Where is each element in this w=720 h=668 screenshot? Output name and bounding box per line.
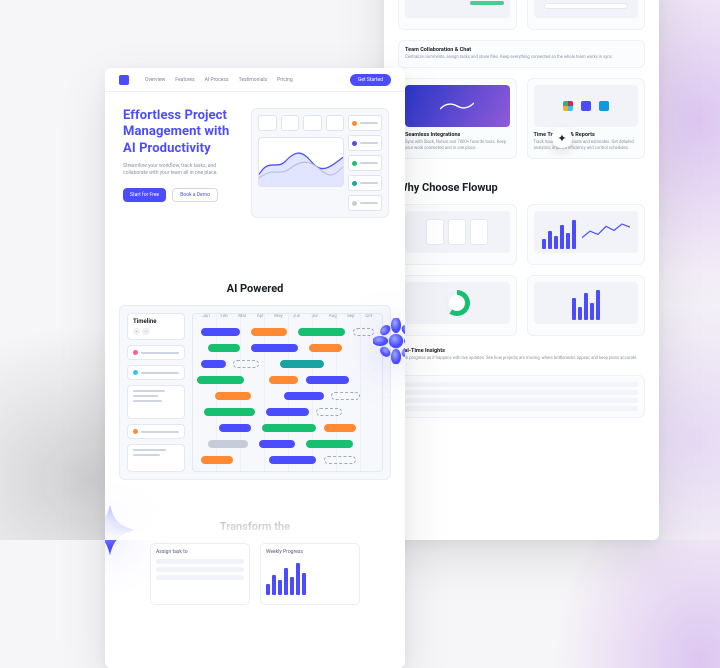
side-item [127,424,185,439]
feature-cards [527,0,646,30]
hero-title-2: Management with [123,124,241,140]
ai-section-heading: AI Powered [105,282,405,295]
burst-icon [373,318,405,364]
feature-integrations: Seamless Integrations Sync with Slack, N… [398,78,517,160]
mini-assign: Assign task to [150,543,250,605]
feature-project-file: Project File [398,0,517,30]
gantt-area: JanFebMarAprMayJunJulAugSepOct [192,313,383,472]
nav-pricing[interactable]: Pricing [277,77,292,83]
nav-ai-process[interactable]: AI Process [205,77,229,83]
nav-cta-button[interactable]: Get Started [350,74,391,86]
features-grid: Project File [398,0,645,159]
hero-sub: Streamline your workflow, track tasks, a… [123,163,233,178]
side-item [127,345,185,360]
hero-title-1: Effortless Project [123,108,241,124]
slack-icon [563,101,573,111]
side-card [127,385,185,419]
feature-collaboration-card: Team Collaboration & Chat Centralize com… [398,40,645,68]
landing-page-right: Smart Automation Remove repetitive steps… [384,0,659,540]
feature-time-tracking: Time Tracking & Reports Track hours, bil… [527,78,646,160]
kpi-card [281,115,300,131]
why-table [398,375,645,418]
start-free-button[interactable]: Start for Free [123,188,166,202]
donut-icon [444,290,470,316]
kpi-card [303,115,322,131]
side-card [127,444,185,472]
timeline-side-head: Timeline •• [127,313,185,340]
logo-icon [119,75,129,85]
transform-heading: Transform the [105,520,405,533]
why-analytics [527,204,646,265]
trello-icon [599,101,609,111]
kpi-card [326,115,345,131]
hero-area-chart [258,137,344,187]
why-donut [398,275,517,336]
landing-page-left: Overview Features AI Process Testimonial… [105,68,405,668]
why-kanban [398,204,517,265]
why-real-time-copy: Real-Time Insights Track progress as it … [398,346,645,364]
star-icon [105,503,137,557]
nav-overview[interactable]: Overview [145,77,165,83]
why-heading: Why Choose Flowup [398,181,645,194]
hero-title-3: AI Productivity [123,141,241,157]
why-grid: Real-Time Insights Track progress as it … [398,204,645,417]
top-nav: Overview Features AI Process Testimonial… [105,68,405,92]
hero-side-list [348,115,382,211]
hero: Effortless Project Management with AI Pr… [105,92,405,244]
book-demo-button[interactable]: Book a Demo [172,188,218,202]
mini-cards: Assign task to Weekly Progress [105,543,405,605]
timeline-dashboard: Timeline •• JanFebMarAprMayJu [119,305,391,480]
benefits-row: Smart Automation Remove repetitive steps… [384,0,659,428]
nav-testimonials[interactable]: Testimonials [239,77,268,83]
nav-features[interactable]: Features [175,77,194,83]
mini-progress: Weekly Progress [260,543,360,605]
side-item [127,365,185,380]
why-bars [527,275,646,336]
plus-badge-icon: ✦ [552,128,572,148]
hero-dashboard [251,108,389,218]
kpi-card [258,115,277,131]
app-icon [581,101,591,111]
